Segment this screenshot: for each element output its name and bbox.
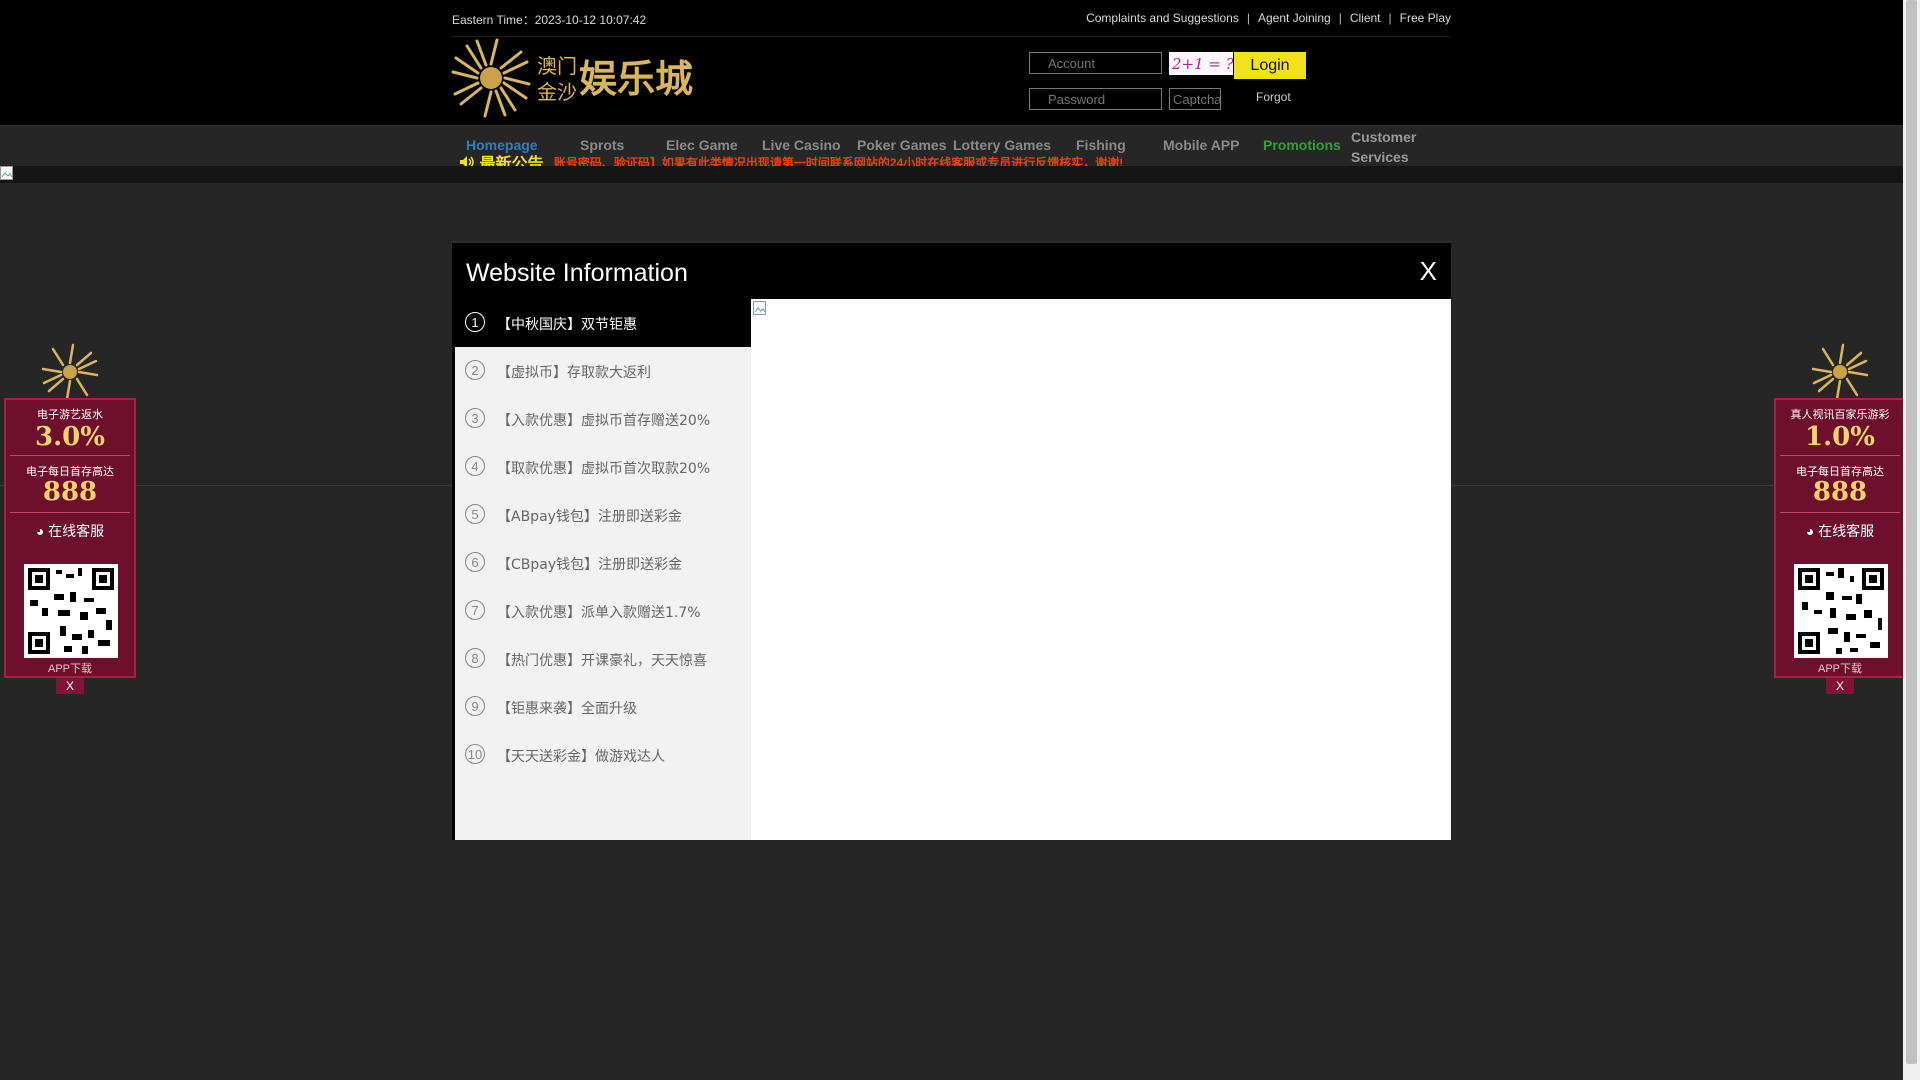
item-number: 1: [465, 312, 485, 332]
item-title: 【入款优惠】虚拟币首存赠送20%: [497, 413, 711, 429]
sun-logo-icon: [1811, 343, 1869, 400]
list-item[interactable]: 10 【天天送彩金】做游戏达人: [455, 731, 751, 779]
top-bar: Eastern Time：2023-10-12 10:07:42 Complai…: [452, 0, 1451, 37]
item-title: 【天天送彩金】做游戏达人: [497, 749, 665, 765]
online-service-button[interactable]: ◕ 在线客服: [4, 521, 136, 541]
website-info-modal: Website Information X 1 【中秋国庆】双节钜惠 2 【虚拟…: [452, 241, 1451, 840]
item-title: 【中秋国庆】双节钜惠: [497, 317, 637, 333]
qr-code: [24, 564, 118, 658]
captcha-input[interactable]: [1169, 88, 1221, 110]
complaints-link[interactable]: Complaints and Suggestions: [1086, 11, 1239, 25]
item-number: 8: [465, 648, 485, 668]
item-title: 【钜惠来袭】全面升级: [497, 701, 637, 717]
chat-icon: ◕: [35, 523, 45, 539]
header-divider: [0, 125, 1903, 126]
rebate-rate: 1.0%: [1805, 422, 1875, 452]
panel-divider: [1780, 455, 1900, 456]
close-panel-button[interactable]: X: [1826, 678, 1854, 694]
forgot-link[interactable]: Forgot: [1256, 90, 1291, 104]
app-download-link[interactable]: APP下载: [4, 660, 136, 676]
link-separator: |: [1388, 11, 1392, 25]
list-item[interactable]: 2 【虚拟币】存取款大返利: [455, 347, 751, 395]
modal-close-button[interactable]: X: [1420, 256, 1437, 287]
list-item[interactable]: 8 【热门优惠】开课豪礼，天天惊喜: [455, 635, 751, 683]
list-item[interactable]: 6 【CBpay钱包】注册即送彩金: [455, 539, 751, 587]
rebate-title: 真人视讯百家乐游彩: [1790, 409, 1890, 421]
item-title: 【热门优惠】开课豪礼，天天惊喜: [497, 653, 707, 669]
broken-image-icon: [753, 301, 766, 315]
list-item[interactable]: 7 【入款优惠】派单入款赠送1.7%: [455, 587, 751, 635]
chat-icon: ◕: [1805, 523, 1815, 539]
sun-logo-icon: [41, 343, 99, 400]
nav-services-label: Services: [1351, 149, 1409, 165]
logo-text-1: 澳门: [537, 54, 577, 78]
item-number: 7: [465, 600, 485, 620]
agent-joining-link[interactable]: Agent Joining: [1258, 11, 1331, 25]
item-title: 【CBpay钱包】注册即送彩金: [497, 557, 683, 573]
banner-strip: [0, 166, 1903, 183]
item-title: 【虚拟币】存取款大返利: [497, 365, 651, 381]
top-links: Complaints and Suggestions | Agent Joining…: [1086, 11, 1451, 25]
deposit-amount: 888: [42, 477, 98, 507]
nav-customer-label: Customer: [1351, 129, 1417, 145]
scrollbar-thumb[interactable]: [1906, 0, 1917, 1064]
modal-content-area: [751, 299, 1451, 840]
panel-divider: [10, 455, 130, 456]
item-title: 【取款优惠】虚拟币首次取款20%: [497, 461, 711, 477]
account-input[interactable]: [1029, 52, 1162, 74]
online-service-button[interactable]: ◕ 在线客服: [1774, 521, 1906, 541]
login-button[interactable]: Login: [1234, 52, 1306, 79]
list-item[interactable]: 1 【中秋国庆】双节钜惠: [455, 299, 751, 347]
nav-mobile-app[interactable]: Mobile APP: [1163, 137, 1240, 153]
site-logo[interactable]: 澳门 金沙 娱乐城: [451, 35, 707, 121]
item-title: 【入款优惠】派单入款赠送1.7%: [497, 605, 701, 621]
broken-image-icon: [0, 166, 13, 180]
qr-code: [1794, 564, 1888, 658]
item-number: 10: [465, 744, 485, 764]
list-item[interactable]: 5 【ABpay钱包】注册即送彩金: [455, 491, 751, 539]
close-panel-button[interactable]: X: [56, 678, 84, 694]
password-input[interactable]: [1029, 88, 1162, 110]
modal-item-list: 1 【中秋国庆】双节钜惠 2 【虚拟币】存取款大返利 3 【入款优惠】虚拟币首存…: [452, 299, 751, 840]
item-number: 9: [465, 696, 485, 716]
modal-header: Website Information X: [452, 241, 1451, 299]
left-promo-panel: 电子游艺返水 3.0% 电子每日首存高达 888 ◕ 在线客服 APP下载 X: [4, 340, 136, 695]
sun-logo-icon: [451, 38, 531, 118]
item-title: 【ABpay钱包】注册即送彩金: [497, 509, 682, 525]
item-number: 3: [465, 408, 485, 428]
modal-title: Website Information: [466, 259, 688, 287]
logo-text-2: 金沙: [537, 80, 577, 104]
online-service-label: 在线客服: [48, 523, 105, 539]
list-item[interactable]: 9 【钜惠来袭】全面升级: [455, 683, 751, 731]
eastern-time: Eastern Time：2023-10-12 10:07:42: [452, 13, 647, 27]
panel-divider: [1780, 512, 1900, 513]
deposit-amount: 888: [1812, 477, 1868, 507]
app-download-link[interactable]: APP下载: [1774, 660, 1906, 676]
logo-text-3: 娱乐城: [579, 57, 693, 101]
item-number: 5: [465, 504, 485, 524]
list-item[interactable]: 4 【取款优惠】虚拟币首次取款20%: [455, 443, 751, 491]
item-number: 2: [465, 360, 485, 380]
panel-divider: [10, 512, 130, 513]
captcha-text: 2+1 = ?: [1171, 55, 1233, 73]
link-separator: |: [1338, 11, 1342, 25]
nav-promotions[interactable]: Promotions: [1263, 137, 1341, 153]
list-item[interactable]: 3 【入款优惠】虚拟币首存赠送20%: [455, 395, 751, 443]
rebate-title: 电子游艺返水: [37, 409, 103, 421]
item-number: 6: [465, 552, 485, 572]
captcha-image[interactable]: 2+1 = ?: [1169, 52, 1233, 75]
item-number: 4: [465, 456, 485, 476]
free-play-link[interactable]: Free Play: [1400, 11, 1451, 25]
nav-customer-services[interactable]: Customer Services: [1351, 127, 1416, 167]
online-service-label: 在线客服: [1818, 523, 1875, 539]
right-promo-panel: 真人视讯百家乐游彩 1.0% 电子每日首存高达 888 ◕ 在线客服 APP下载…: [1774, 340, 1906, 695]
link-separator: |: [1246, 11, 1250, 25]
rebate-rate: 3.0%: [35, 422, 105, 452]
client-link[interactable]: Client: [1350, 11, 1381, 25]
